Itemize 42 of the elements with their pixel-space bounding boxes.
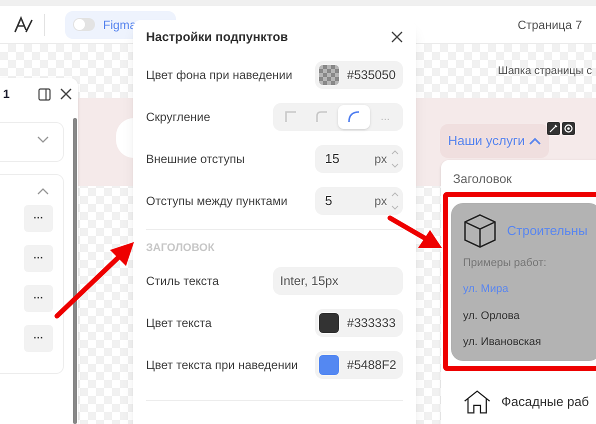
- settings-icon[interactable]: [562, 122, 575, 135]
- chevron-icon[interactable]: [37, 136, 49, 143]
- panel-title: 1: [3, 86, 10, 103]
- more-button[interactable]: ···: [24, 205, 53, 232]
- number-field[interactable]: 5 px: [315, 187, 403, 215]
- close-icon[interactable]: [60, 88, 72, 100]
- address-link[interactable]: ул. Орлова: [463, 308, 520, 324]
- service-title: Строительны: [507, 222, 588, 240]
- setting-label: Стиль текста: [146, 273, 219, 290]
- dropdown-heading: Заголовок: [452, 171, 513, 188]
- number-field[interactable]: 15 px: [315, 145, 403, 173]
- toggle-switch[interactable]: [73, 18, 95, 31]
- header-caption: Шапка страницы с: [498, 64, 592, 79]
- service-item[interactable]: Фасадные раб: [451, 376, 596, 424]
- sidebar-icon[interactable]: [38, 88, 51, 100]
- service-title: Фасадные раб: [501, 393, 589, 411]
- more-button[interactable]: ···: [24, 285, 53, 312]
- service-item[interactable]: Строительны Примеры работ: ул. Мира ул. Орлова ул. Ивановская: [451, 202, 596, 361]
- setting-label: Отступы между пунктами: [146, 193, 288, 210]
- brush-icon[interactable]: [547, 122, 560, 135]
- chevron-icon[interactable]: [37, 188, 49, 195]
- setting-label: Цвет фона при наведении: [146, 67, 292, 84]
- setting-label: Цвет текста при наведении: [146, 357, 298, 374]
- cube-icon: [463, 212, 497, 249]
- text-edit-icon[interactable]: [14, 16, 34, 34]
- address-link[interactable]: ул. Ивановская: [463, 334, 542, 351]
- corner-icon: [282, 109, 299, 125]
- color-field[interactable]: #5488F2: [315, 351, 403, 379]
- page-label: Страница 7: [518, 16, 582, 34]
- setting-label: Внешние отступы: [146, 151, 245, 168]
- more-button[interactable]: ···: [24, 325, 53, 352]
- corner-option[interactable]: [338, 105, 370, 129]
- corner-icon: [346, 109, 362, 125]
- close-icon[interactable]: [391, 31, 403, 43]
- color-field[interactable]: #535050: [315, 61, 403, 89]
- examples-label: Примеры работ:: [463, 256, 548, 271]
- setting-label: Цвет текста: [146, 315, 212, 332]
- text-style-field[interactable]: Inter, 15px: [273, 267, 403, 295]
- chevron-icon: [528, 137, 541, 145]
- color-field[interactable]: #333333: [315, 309, 403, 337]
- setting-label: Скругление: [146, 109, 210, 126]
- more-button[interactable]: ···: [24, 245, 53, 272]
